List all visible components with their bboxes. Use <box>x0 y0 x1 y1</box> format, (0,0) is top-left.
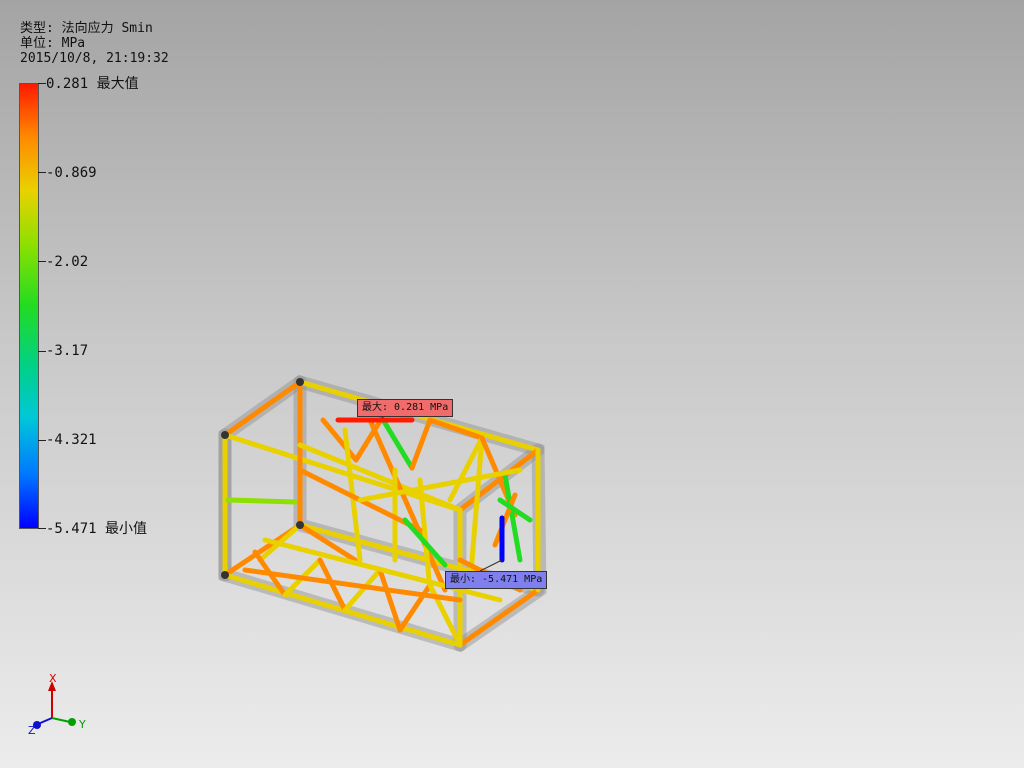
y-axis-arrow <box>68 718 76 726</box>
y-axis-line <box>51 717 71 723</box>
probe-min-icon <box>479 559 503 572</box>
triad-z-label: Z <box>28 724 36 737</box>
triad-x-label: X <box>49 673 57 685</box>
triad-y-label: Y <box>78 718 86 731</box>
frame-members <box>222 379 541 648</box>
frame-model-viewport[interactable] <box>0 0 1024 768</box>
triad-icon[interactable]: X Y Z <box>25 673 95 743</box>
min-probe-label[interactable]: 最小: -5.471 MPa <box>445 571 548 589</box>
max-probe-label[interactable]: 最大: 0.281 MPa <box>357 399 454 417</box>
